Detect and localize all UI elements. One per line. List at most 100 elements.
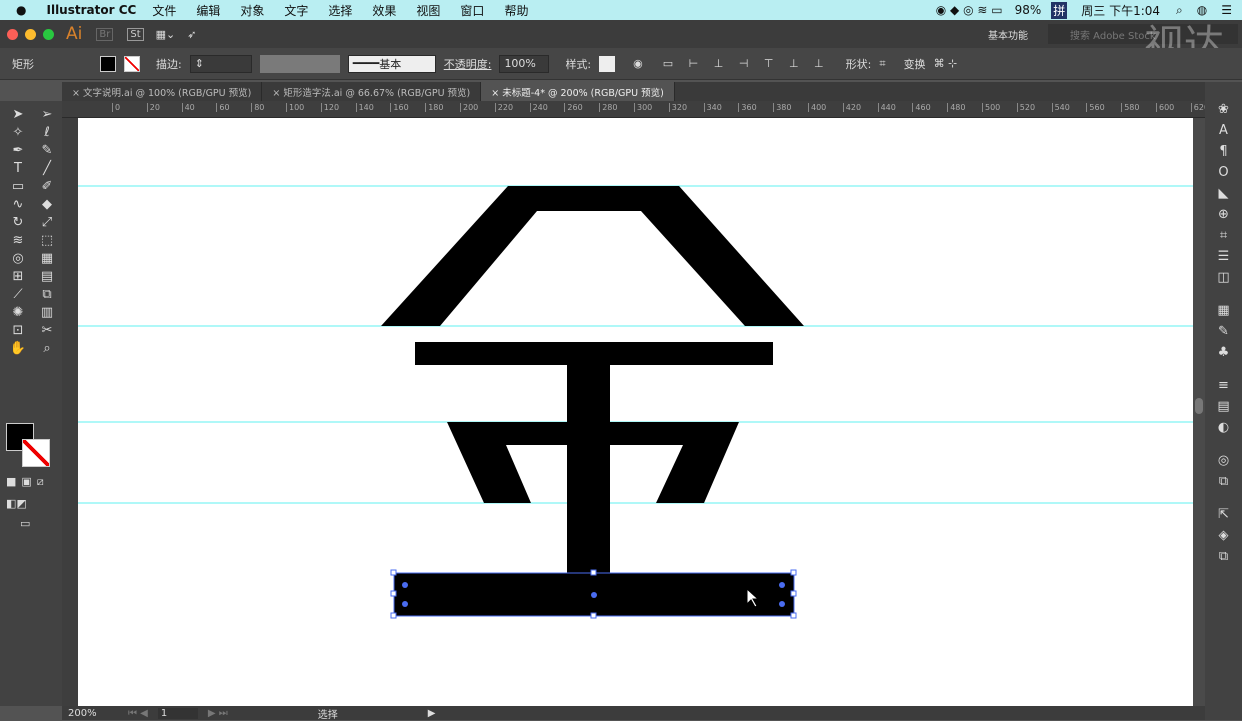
tab-document-1[interactable]: × 文字说明.ai @ 100% (RGB/GPU 预览) bbox=[62, 82, 263, 101]
zoom-tool-icon[interactable]: ⌕ bbox=[34, 341, 60, 356]
menu-effect[interactable]: 效果 bbox=[372, 2, 396, 19]
draw-mode-icons[interactable]: ◧◩ bbox=[6, 497, 27, 510]
brush-definition-select[interactable]: ━━━━ 基本 bbox=[347, 54, 436, 73]
artboards-icon[interactable]: ⧉ bbox=[1219, 549, 1228, 564]
ime-indicator[interactable]: 拼 bbox=[1051, 1, 1068, 19]
menu-file[interactable]: 文件 bbox=[152, 2, 176, 19]
stroke-swatch[interactable] bbox=[124, 55, 140, 72]
width-tool-icon[interactable]: ≋ bbox=[5, 233, 31, 248]
character-icon[interactable]: A bbox=[1219, 123, 1228, 138]
paragraph-icon[interactable]: ¶ bbox=[1219, 144, 1227, 159]
eyedropper-tool-icon[interactable]: ⟋ bbox=[5, 287, 31, 302]
graphic-style-swatch[interactable] bbox=[599, 55, 616, 72]
swatches-icon[interactable]: ▦ bbox=[1217, 303, 1229, 318]
line-tool-icon[interactable]: ╱ bbox=[34, 161, 60, 176]
wifi-icon[interactable]: ◉ ◆ ◎ ≋ ▭ bbox=[936, 3, 1003, 17]
paintbrush-tool-icon[interactable]: ✐ bbox=[34, 179, 60, 194]
menu-object[interactable]: 对象 bbox=[240, 2, 264, 19]
tab-document-3[interactable]: × 未标题-4* @ 200% (RGB/GPU 预览) bbox=[481, 82, 675, 101]
apple-icon[interactable]: ● bbox=[16, 3, 26, 17]
current-tool-status[interactable]: 选择 bbox=[318, 706, 418, 721]
symbols-icon[interactable]: ♣ bbox=[1218, 345, 1230, 360]
variable-width-profile[interactable] bbox=[259, 54, 340, 73]
stroke-panel-icon[interactable]: ≡ bbox=[1218, 378, 1229, 393]
blend-tool-icon[interactable]: ⧉ bbox=[34, 287, 60, 302]
roof-shape[interactable] bbox=[381, 186, 804, 326]
artboard-nav-prev[interactable]: ⏮ ◀ bbox=[128, 708, 148, 719]
close-button[interactable] bbox=[7, 28, 18, 40]
brushes-icon[interactable]: ✎ bbox=[1218, 324, 1229, 339]
perspective-grid-tool-icon[interactable]: ▦ bbox=[34, 251, 60, 266]
lasso-tool-icon[interactable]: ℓ bbox=[34, 125, 60, 140]
menu-select[interactable]: 选择 bbox=[328, 2, 352, 19]
tab-document-2[interactable]: × 矩形造字法.ai @ 66.67% (RGB/GPU 预览) bbox=[262, 82, 482, 101]
shape-label[interactable]: 形状: bbox=[846, 56, 872, 72]
opacity-input[interactable]: 100% bbox=[499, 54, 550, 73]
rotate-tool-icon[interactable]: ↻ bbox=[5, 215, 31, 230]
eraser-tool-icon[interactable]: ◆ bbox=[34, 197, 60, 212]
stock-button[interactable]: St bbox=[127, 27, 144, 41]
graphic-styles-icon[interactable]: ⧉ bbox=[1219, 474, 1228, 489]
selection-tool-icon[interactable]: ➤ bbox=[5, 107, 31, 122]
shape-builder-tool-icon[interactable]: ◎ bbox=[5, 251, 31, 266]
gradient-tool-icon[interactable]: ▤ bbox=[34, 269, 60, 284]
transparency-icon[interactable]: ◐ bbox=[1218, 420, 1229, 435]
arrange-documents-icon[interactable]: ▦⌄ bbox=[156, 28, 176, 41]
artboard-number-input[interactable]: 1 bbox=[157, 707, 198, 719]
bridge-button[interactable]: Br bbox=[96, 27, 114, 41]
pen-tool-icon[interactable]: ✒ bbox=[5, 143, 31, 158]
pathfinder-icon[interactable]: ◫ bbox=[1217, 270, 1229, 285]
isolate-icon[interactable]: ⌘ ⊹ bbox=[934, 57, 958, 70]
fill-swatch[interactable] bbox=[100, 55, 116, 72]
mesh-tool-icon[interactable]: ⊞ bbox=[5, 269, 31, 284]
align-icons[interactable]: ▭ ⊢ ⊥ ⊣ ⊤ ⊥ ⊥ bbox=[663, 57, 830, 70]
slice-tool-icon[interactable]: ✂ bbox=[34, 323, 60, 338]
stroke-weight-input[interactable]: ⇕ bbox=[189, 54, 252, 73]
menu-view[interactable]: 视图 bbox=[416, 2, 440, 19]
color-guide-icon[interactable]: ❀ bbox=[1218, 102, 1229, 117]
menu-edit[interactable]: 编辑 bbox=[196, 2, 220, 19]
symbol-sprayer-tool-icon[interactable]: ✺ bbox=[5, 305, 31, 320]
zoom-level-select[interactable]: 200% bbox=[68, 708, 118, 719]
magic-wand-tool-icon[interactable]: ✧ bbox=[5, 125, 31, 140]
export-icon[interactable]: ⇱ bbox=[1218, 507, 1229, 522]
hand-tool-icon[interactable]: ✋ bbox=[5, 341, 31, 356]
transform-panel-icon[interactable]: ⌗ bbox=[1220, 228, 1227, 243]
workspace-switcher[interactable]: 基本功能 bbox=[988, 27, 1028, 42]
color-mode-icons[interactable]: ■▣⧄ bbox=[6, 475, 49, 489]
screen-mode-icon[interactable]: ▭ bbox=[20, 517, 30, 530]
artboard-nav-next[interactable]: ▶ ⏭ bbox=[208, 708, 228, 719]
menu-help[interactable]: 帮助 bbox=[504, 2, 528, 19]
layers-icon[interactable]: ◈ bbox=[1219, 528, 1229, 543]
free-transform-tool-icon[interactable]: ⬚ bbox=[34, 233, 60, 248]
shape-icon[interactable]: ⌗ bbox=[879, 57, 885, 71]
horizontal-ruler[interactable]: 0 20 40 60 80 100 120 140 160 180 200 220 240 260 280 3… bbox=[62, 101, 1242, 118]
transform-label[interactable]: 变换 bbox=[904, 56, 926, 72]
opentype-icon[interactable]: O bbox=[1218, 165, 1228, 180]
appearance-icon[interactable]: ◎ bbox=[1218, 453, 1229, 468]
scale-tool-icon[interactable]: ⤢ bbox=[34, 215, 60, 230]
graph-tool-icon[interactable]: ▥ bbox=[34, 305, 60, 320]
minimize-button[interactable] bbox=[25, 28, 36, 40]
stem-rect[interactable] bbox=[567, 342, 610, 575]
curvature-tool-icon[interactable]: ✎ bbox=[34, 143, 60, 158]
rectangle-tool-icon[interactable]: ▭ bbox=[5, 179, 31, 194]
recolor-icon[interactable]: ◉ bbox=[633, 57, 643, 70]
zoom-button[interactable] bbox=[43, 28, 54, 40]
align-panel-icon[interactable]: ☰ bbox=[1218, 249, 1230, 264]
vertical-scrollbar[interactable] bbox=[1193, 118, 1205, 706]
menu-type[interactable]: 文字 bbox=[284, 2, 308, 19]
vertical-ruler[interactable] bbox=[62, 118, 78, 706]
artboard-tool-icon[interactable]: ⊡ bbox=[5, 323, 31, 338]
direct-selection-tool-icon[interactable]: ➢ bbox=[34, 107, 60, 122]
battery-level[interactable]: 98% bbox=[1015, 3, 1042, 17]
type-tool-icon[interactable]: T bbox=[5, 161, 31, 176]
gradient-icon[interactable]: ▤ bbox=[1217, 399, 1229, 414]
shaper-tool-icon[interactable]: ∿ bbox=[5, 197, 31, 212]
status-menu-arrow[interactable]: ▶ bbox=[428, 708, 436, 719]
artboard[interactable] bbox=[78, 118, 1193, 706]
navigator-icon[interactable]: ⊕ bbox=[1218, 207, 1229, 222]
menu-window[interactable]: 窗口 bbox=[460, 2, 484, 19]
gpu-performance-icon[interactable]: ➶ bbox=[187, 28, 196, 41]
stroke-color-swatch[interactable] bbox=[22, 439, 50, 467]
